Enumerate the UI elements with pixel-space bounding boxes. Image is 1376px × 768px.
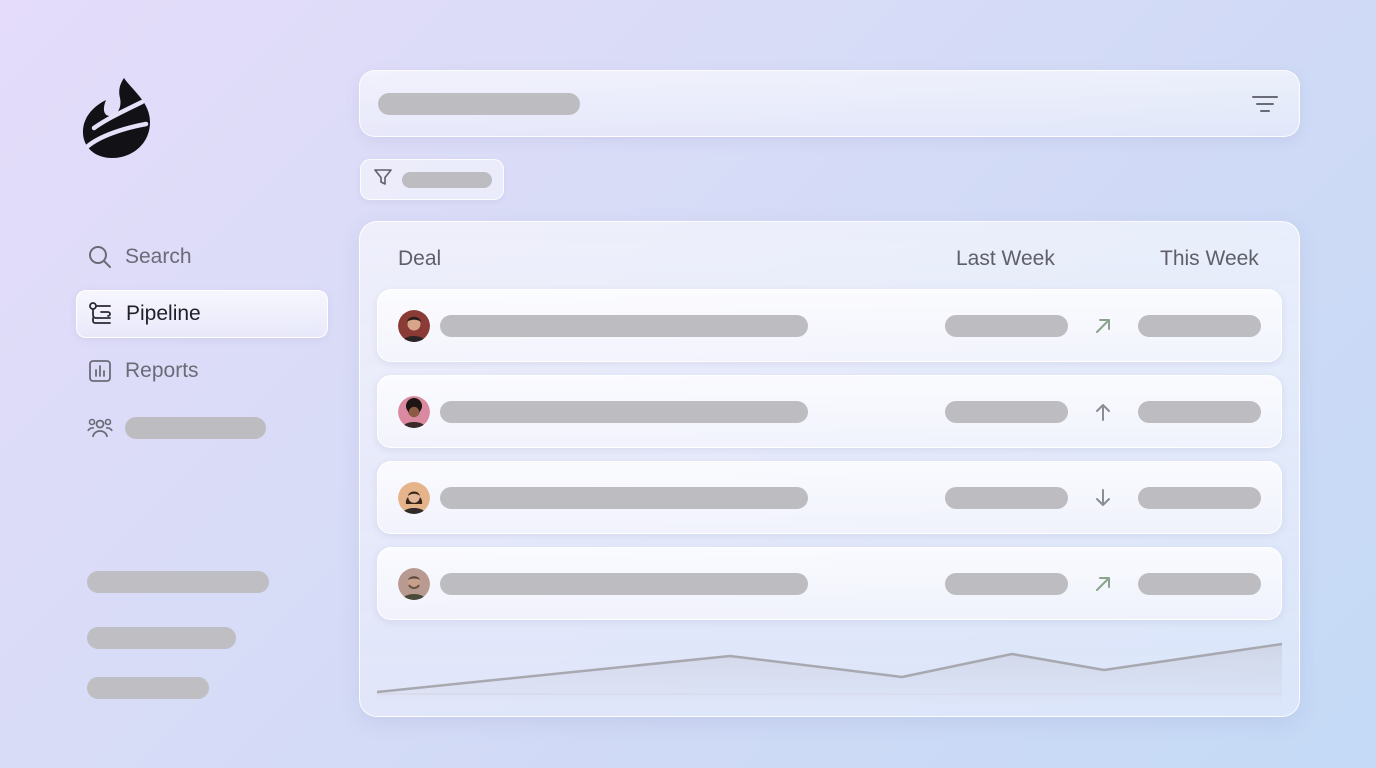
this-week-value-placeholder [1138, 315, 1261, 337]
footer-placeholder[interactable] [87, 677, 209, 699]
last-week-value-placeholder [945, 487, 1068, 509]
deal-name-placeholder [440, 573, 808, 595]
pipeline-icon [88, 301, 114, 327]
sidebar-item-label: Reports [125, 359, 199, 382]
arrow-down-icon [1091, 486, 1115, 510]
sidebar-item-reports[interactable]: Reports [76, 347, 328, 395]
sidebar-nav: Search Pipeline Reports [76, 233, 328, 461]
sidebar-item-label: Search [125, 245, 192, 268]
last-week-value-placeholder [945, 315, 1068, 337]
table-row[interactable] [377, 461, 1282, 534]
avatar [398, 568, 430, 600]
filter-button[interactable] [360, 159, 504, 200]
arrow-up-right-icon [1091, 314, 1115, 338]
flame-logo-icon [82, 78, 150, 158]
sidebar-item-label: Pipeline [126, 302, 201, 325]
column-header-deal[interactable]: Deal [398, 247, 441, 271]
team-label-placeholder [125, 417, 266, 439]
reports-icon [87, 358, 113, 384]
sidebar-item-pipeline[interactable]: Pipeline [76, 290, 328, 338]
arrow-up-icon [1091, 400, 1115, 424]
deal-name-placeholder [440, 487, 808, 509]
search-placeholder [378, 93, 580, 115]
top-search-bar[interactable] [359, 70, 1300, 137]
deal-name-placeholder [440, 401, 808, 423]
this-week-value-placeholder [1138, 573, 1261, 595]
column-header-last-week[interactable]: Last Week [956, 247, 1055, 271]
filter-label-placeholder [402, 171, 492, 188]
sidebar-item-search[interactable]: Search [76, 233, 328, 281]
sidebar-item-team[interactable] [76, 404, 328, 452]
table-row[interactable] [377, 289, 1282, 362]
filter-lines-icon[interactable] [1251, 92, 1279, 116]
avatar [398, 310, 430, 342]
avatar [398, 396, 430, 428]
table-row[interactable] [377, 547, 1282, 620]
footer-placeholder[interactable] [87, 627, 236, 649]
last-week-value-placeholder [945, 573, 1068, 595]
deal-name-placeholder [440, 315, 808, 337]
last-week-value-placeholder [945, 401, 1068, 423]
team-icon [87, 415, 113, 441]
pipeline-table: Deal Last Week This Week [359, 221, 1300, 717]
footer-placeholder[interactable] [87, 571, 269, 593]
trend-sparkline [377, 642, 1282, 706]
arrow-up-right-icon [1091, 572, 1115, 596]
avatar [398, 482, 430, 514]
column-header-this-week[interactable]: This Week [1160, 247, 1259, 271]
funnel-icon [373, 167, 393, 192]
table-row[interactable] [377, 375, 1282, 448]
this-week-value-placeholder [1138, 401, 1261, 423]
search-icon [87, 244, 113, 270]
this-week-value-placeholder [1138, 487, 1261, 509]
